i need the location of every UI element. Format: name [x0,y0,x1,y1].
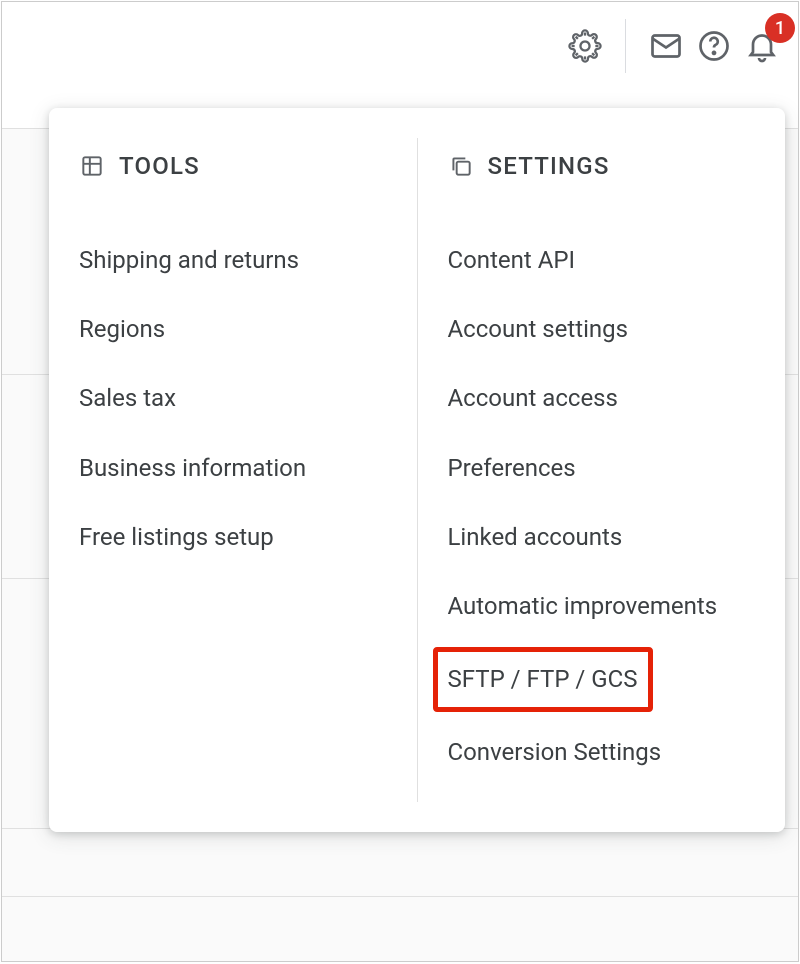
tools-item-free-listings-setup[interactable]: Free listings setup [79,503,387,572]
tools-item-sales-tax[interactable]: Sales tax [79,364,387,433]
tools-item-shipping-and-returns[interactable]: Shipping and returns [79,226,387,295]
tools-header: TOOLS [79,152,387,180]
settings-item-content-api[interactable]: Content API [448,226,756,295]
tools-header-label: TOOLS [119,152,200,180]
tools-item-business-information[interactable]: Business information [79,434,387,503]
top-toolbar: 1 [2,2,798,90]
app-window: 1 TOOLS Shipping and returnsRegionsSales… [1,1,799,962]
mail-icon[interactable] [644,24,688,68]
settings-header-label: SETTINGS [488,152,610,180]
settings-item-account-settings[interactable]: Account settings [448,295,756,364]
toolbar-divider [625,19,626,73]
help-icon[interactable] [692,24,736,68]
settings-item-sftp-ftp-gcs[interactable]: SFTP / FTP / GCS [433,647,653,712]
settings-item-conversion-settings[interactable]: Conversion Settings [448,718,756,787]
gear-icon[interactable] [563,24,607,68]
tools-icon [79,153,105,179]
settings-column: SETTINGS Content APIAccount settingsAcco… [418,138,786,802]
settings-dropdown: TOOLS Shipping and returnsRegionsSales t… [49,108,785,832]
settings-item-preferences[interactable]: Preferences [448,434,756,503]
settings-stack-icon [448,153,474,179]
notification-badge: 1 [765,13,795,43]
notifications-icon[interactable]: 1 [740,24,784,68]
settings-item-automatic-improvements[interactable]: Automatic improvements [448,572,756,641]
settings-item-account-access[interactable]: Account access [448,364,756,433]
tools-item-regions[interactable]: Regions [79,295,387,364]
settings-header: SETTINGS [448,152,756,180]
settings-item-linked-accounts[interactable]: Linked accounts [448,503,756,572]
tools-column: TOOLS Shipping and returnsRegionsSales t… [49,138,418,802]
